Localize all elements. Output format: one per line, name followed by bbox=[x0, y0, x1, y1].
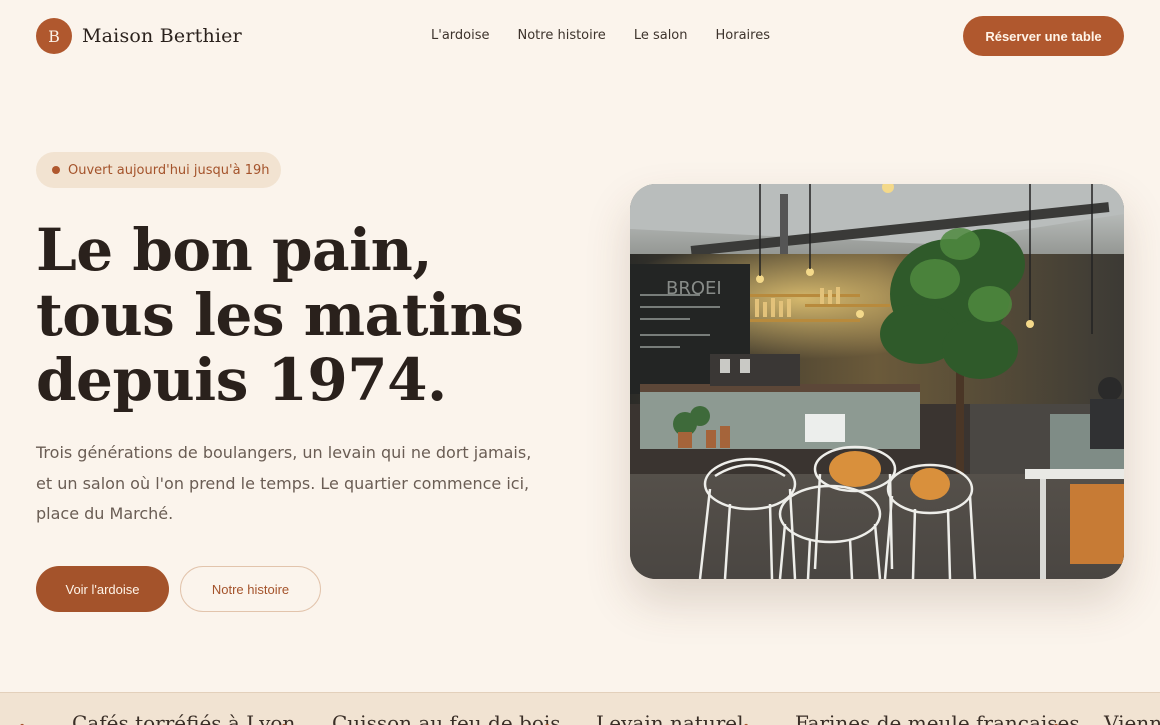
marquee-item: Viennoiseries bbox=[1104, 711, 1160, 725]
marquee-separator: • bbox=[280, 719, 288, 725]
marquee-separator: • bbox=[18, 719, 26, 725]
chalkboard-sign-text: BROEI bbox=[666, 278, 722, 299]
marquee-item: Cuisson au feu de bois bbox=[332, 711, 561, 725]
nav-link-histoire[interactable]: Notre histoire bbox=[518, 28, 606, 43]
our-story-button[interactable]: Notre histoire bbox=[180, 566, 321, 612]
reserve-table-button[interactable]: Réserver une table bbox=[963, 16, 1124, 56]
status-dot-icon bbox=[52, 166, 60, 174]
hero-description-line: Trois générations de boulangers, un leva… bbox=[36, 443, 532, 462]
brand-name: Maison Berthier bbox=[82, 25, 242, 47]
marquee-separator: • bbox=[1052, 719, 1060, 725]
page: B Maison Berthier L'ardoise Notre histoi… bbox=[0, 0, 1160, 725]
open-status-badge: Ouvert aujourd'hui jusqu'à 19h bbox=[36, 152, 281, 188]
nav-link-horaires[interactable]: Horaires bbox=[716, 28, 770, 43]
cafe-interior-photo: BROEI bbox=[630, 184, 1124, 579]
hero-title-line: tous les matins bbox=[36, 281, 524, 349]
site-header: B Maison Berthier L'ardoise Notre histoi… bbox=[0, 0, 1160, 72]
marquee-item: Levain naturel bbox=[596, 711, 744, 725]
hero-description-line: place du Marché. bbox=[36, 504, 174, 523]
brand-logo-link[interactable]: B Maison Berthier bbox=[36, 18, 242, 54]
view-menu-button[interactable]: Voir l'ardoise bbox=[36, 566, 169, 612]
hero-title: Le bon pain, tous les matins depuis 1974… bbox=[36, 218, 596, 413]
marquee-separator: • bbox=[742, 719, 750, 725]
nav-link-ardoise[interactable]: L'ardoise bbox=[431, 28, 490, 43]
features-marquee: • Cafés torréfiés à Lyon • Cuisson au fe… bbox=[0, 692, 1160, 725]
hero-title-line: Le bon pain, bbox=[36, 216, 433, 284]
marquee-separator: • bbox=[543, 719, 551, 725]
nav-link-salon[interactable]: Le salon bbox=[634, 28, 688, 43]
hero-description-line: et un salon où l'on prend le temps. Le q… bbox=[36, 473, 530, 493]
hero-title-line: depuis 1974. bbox=[36, 346, 447, 414]
hero-description: Trois générations de boulangers, un leva… bbox=[36, 438, 556, 530]
brand-monogram: B bbox=[36, 18, 72, 54]
marquee-item: Farines de meule françaises bbox=[795, 711, 1080, 725]
open-status-text: Ouvert aujourd'hui jusqu'à 19h bbox=[68, 162, 270, 178]
marquee-item: Cafés torréfiés à Lyon bbox=[72, 711, 296, 725]
main-nav: L'ardoise Notre histoire Le salon Horair… bbox=[431, 28, 798, 43]
